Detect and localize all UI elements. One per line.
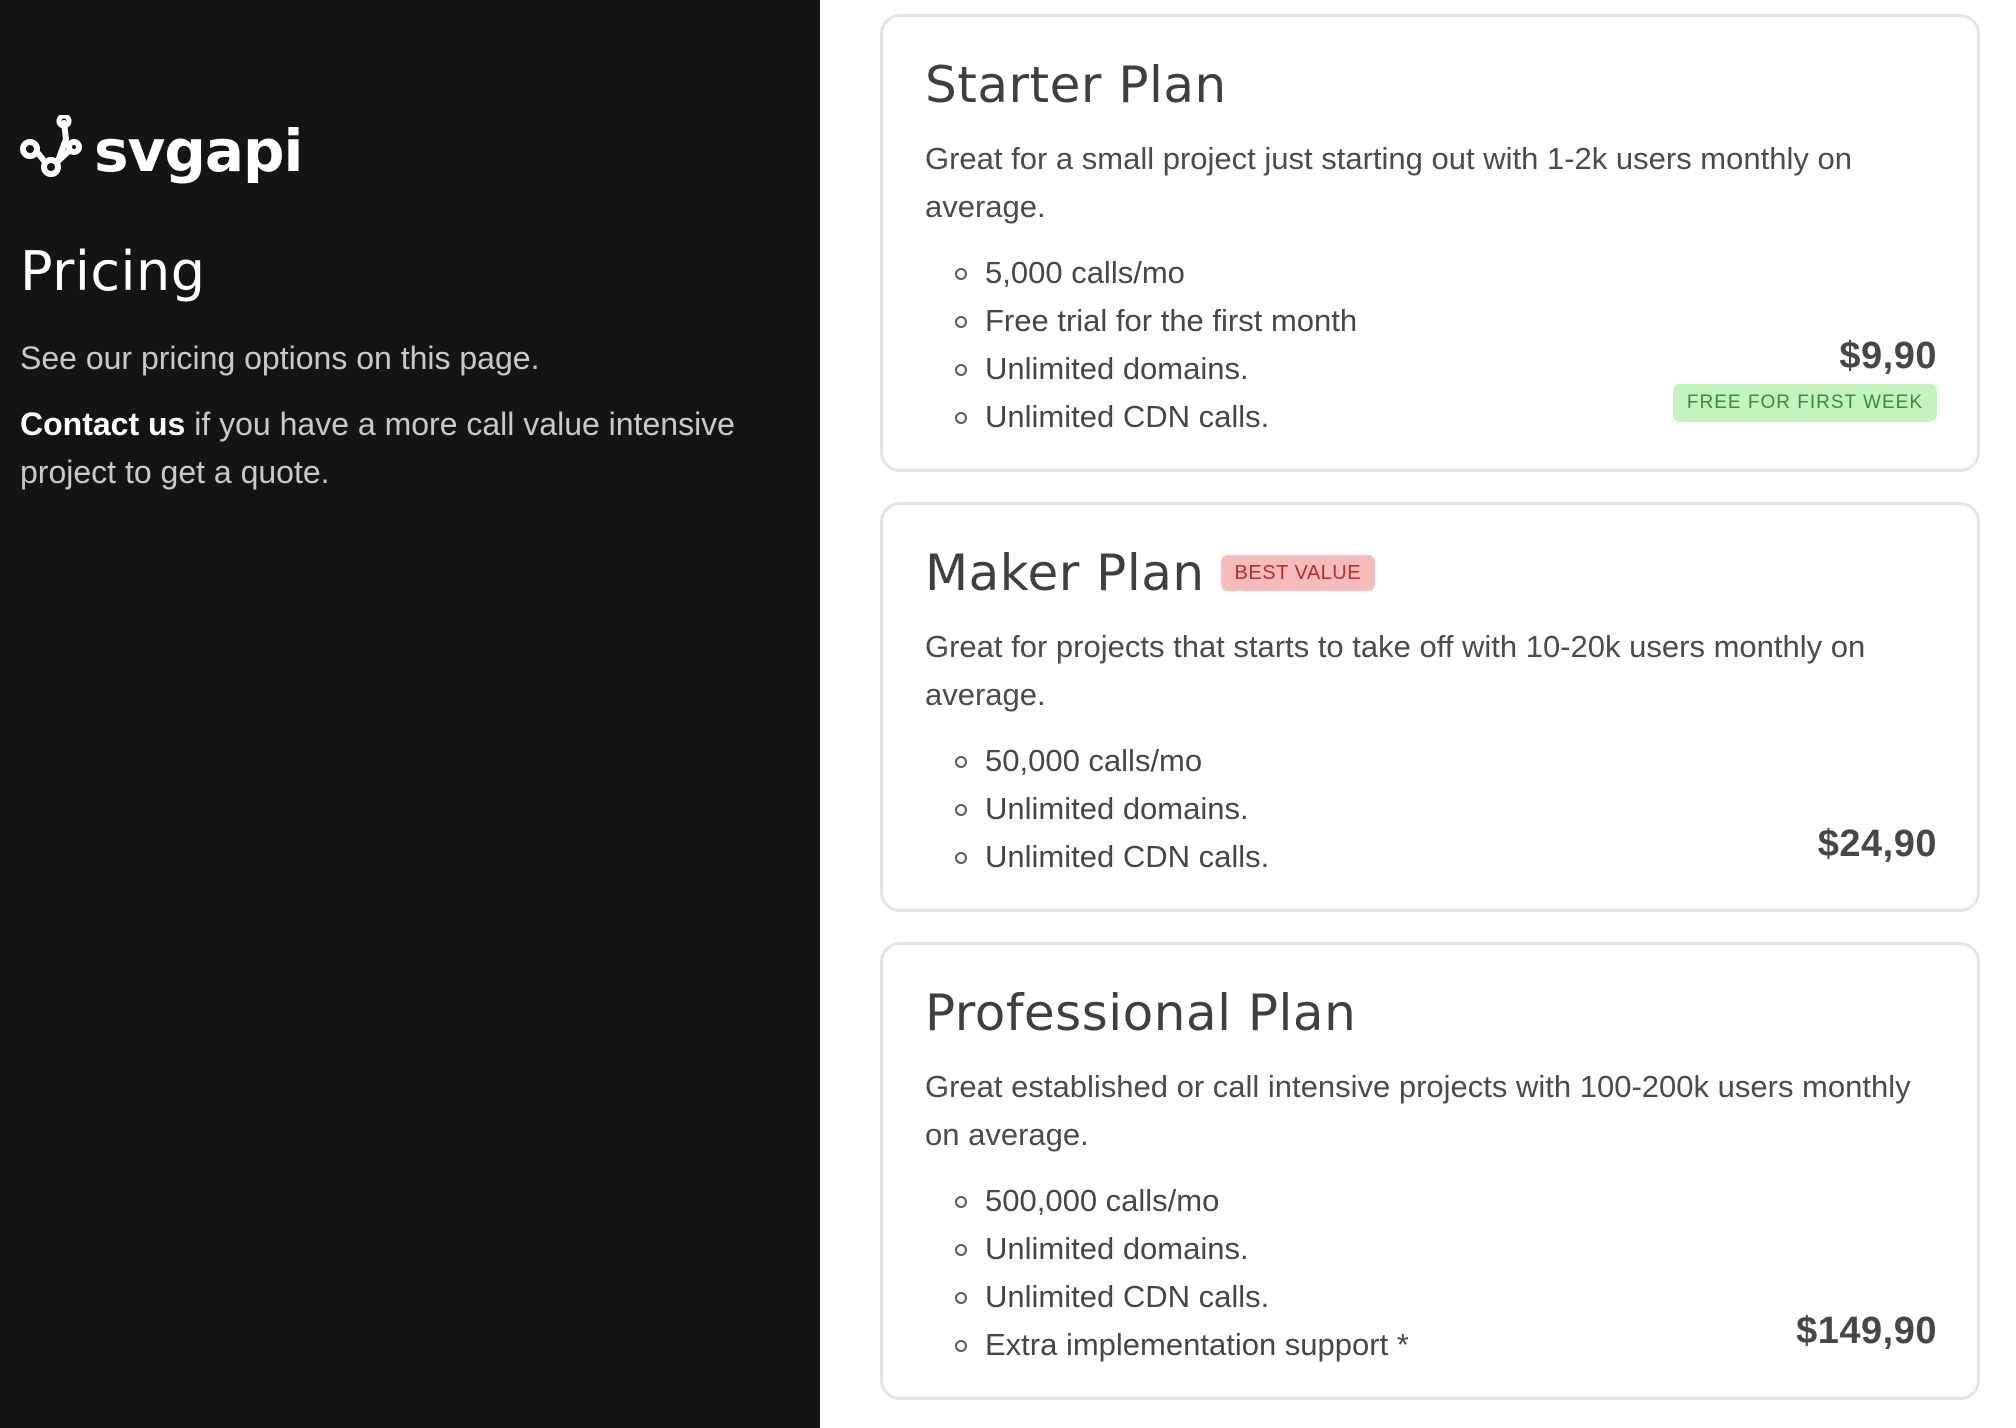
feature-item: Unlimited CDN calls. [955, 833, 1937, 881]
plan-description: Great for a small project just starting … [925, 141, 1852, 224]
feature-item: 50,000 calls/mo [955, 737, 1937, 785]
plan-card-maker[interactable]: Maker Plan BEST VALUE Great for projects… [880, 502, 1980, 912]
intro-text: See our pricing options on this page. [20, 340, 540, 376]
best-value-badge: BEST VALUE [1220, 555, 1376, 591]
free-trial-badge: FREE FOR FIRST WEEK [1672, 384, 1937, 422]
sidebar: svgapi Pricing See our pricing options o… [0, 0, 820, 1428]
plan-card-professional[interactable]: Professional Plan Great established or c… [880, 942, 1980, 1400]
plan-card-starter[interactable]: Starter Plan Great for a small project j… [880, 14, 1980, 472]
plan-price: $9,90 [1839, 335, 1937, 377]
feature-item: Free trial for the first month [955, 297, 1937, 345]
brand-logo[interactable]: svgapi [20, 112, 303, 190]
plan-name: Maker Plan [925, 544, 1205, 602]
feature-list: 50,000 calls/mo Unlimited domains. Unlim… [925, 737, 1937, 881]
plan-header: Professional Plan [925, 981, 1937, 1045]
contact-us-link[interactable]: Contact us [20, 406, 185, 442]
plan-description: Great for projects that starts to take o… [925, 629, 1866, 712]
feature-item: Extra implementation support * [955, 1321, 1937, 1369]
plan-header: Starter Plan [925, 53, 1937, 117]
feature-item: Unlimited CDN calls. [955, 1273, 1937, 1321]
node-graph-icon [20, 115, 82, 177]
plan-price: $149,90 [1796, 1310, 1937, 1352]
plan-name: Starter Plan [925, 56, 1227, 114]
pricing-page: svgapi Pricing See our pricing options o… [0, 0, 2016, 1428]
feature-item: Unlimited domains. [955, 1225, 1937, 1273]
page-title: Pricing [20, 240, 206, 303]
plan-price: $24,90 [1817, 823, 1937, 865]
plan-header: Maker Plan BEST VALUE [925, 541, 1937, 605]
plan-name: Professional Plan [925, 984, 1357, 1042]
feature-item: Unlimited domains. [955, 785, 1937, 833]
plans-list: Starter Plan Great for a small project j… [880, 14, 1980, 1428]
feature-item: 500,000 calls/mo [955, 1177, 1937, 1225]
contact-paragraph: Contact us if you have a more call value… [20, 400, 780, 496]
plan-description: Great established or call intensive proj… [925, 1069, 1911, 1152]
feature-list: 500,000 calls/mo Unlimited domains. Unli… [925, 1177, 1937, 1369]
brand-name: svgapi [94, 117, 303, 185]
feature-item: 5,000 calls/mo [955, 249, 1937, 297]
